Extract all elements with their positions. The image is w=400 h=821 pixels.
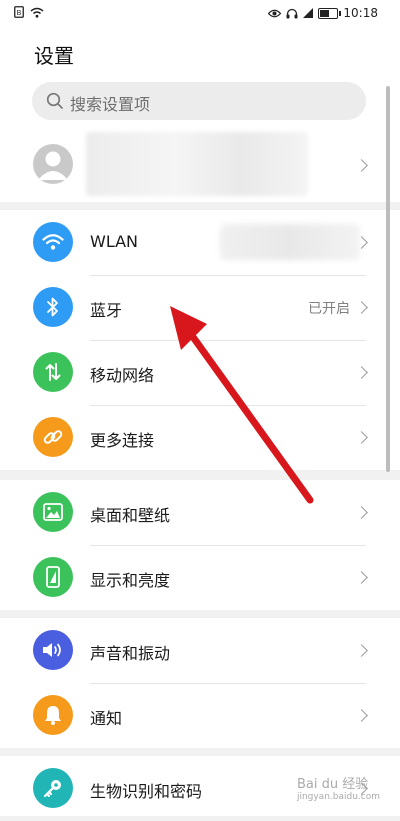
- watermark-url: jingyan.baidu.com: [296, 792, 380, 802]
- watermark-brand: Bai du 经验: [296, 777, 369, 792]
- annotation-arrow: [170, 306, 314, 504]
- watermark: Bai du 经验 jingyan.baidu.com: [297, 773, 380, 802]
